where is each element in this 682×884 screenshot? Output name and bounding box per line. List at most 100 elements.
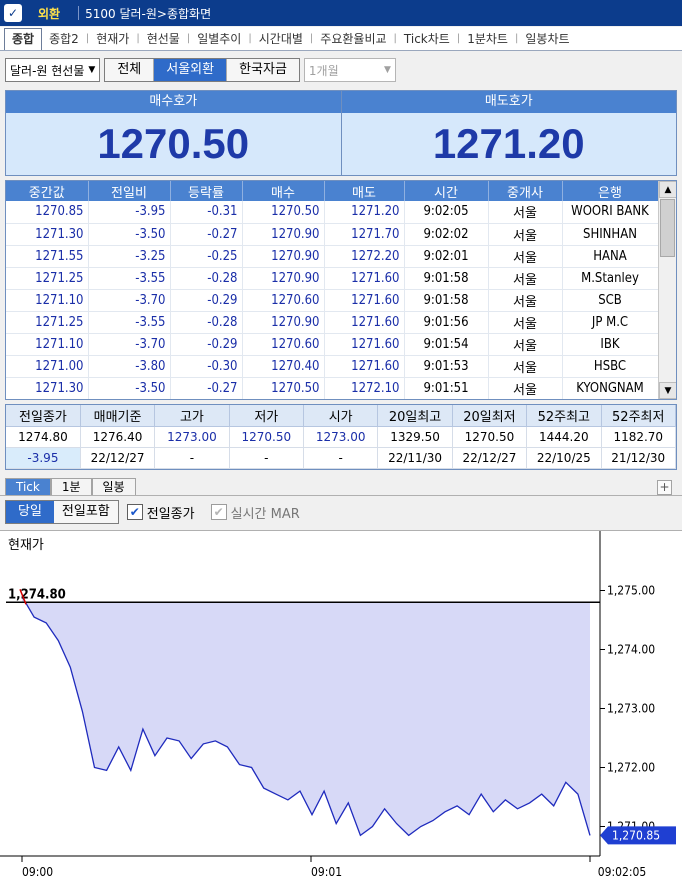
summary-value: 1270.50 — [452, 426, 528, 448]
segment-all[interactable]: 전체 — [105, 59, 155, 81]
cell-rate: -0.27 — [170, 223, 243, 246]
cell-broker: 서울 — [488, 333, 563, 356]
col-change[interactable]: 전일비 — [88, 181, 171, 201]
tick-table: 중간값 전일비 등락률 매수 매도 시간 중개사 은행 1270.85 -3.95… — [5, 180, 677, 400]
summary-dates-row: -3.95 22/12/27- - -22/11/30 22/12/27 22/10/25… — [6, 447, 676, 469]
summary-date: 22/12/27 — [452, 447, 528, 469]
checkmark-icon: ✔ — [126, 504, 143, 520]
cell-ask: 1271.20 — [324, 201, 405, 224]
cell-broker: 서울 — [488, 377, 563, 399]
col-bid[interactable]: 매수 — [242, 181, 325, 201]
period-value: 1개월 — [308, 63, 339, 78]
col-mid[interactable]: 중간값 — [6, 181, 89, 201]
table-row[interactable]: 1271.00 -3.80 -0.30 1270.40 1271.60 9:01:53 서울… — [6, 355, 659, 378]
summary-date: - — [154, 447, 230, 469]
table-row[interactable]: 1271.25 -3.55 -0.28 1270.90 1271.60 9:01:56 서울… — [6, 311, 659, 334]
cell-bank: M.Stanley — [562, 267, 659, 290]
table-row[interactable]: 1271.10 -3.70 -0.29 1270.60 1271.60 9:01:54 서울… — [6, 333, 659, 356]
ask-price: 1271.20 — [341, 113, 676, 175]
tick-header-row: 중간값 전일비 등락률 매수 매도 시간 중개사 은행 — [6, 181, 659, 201]
summary-header: 20일최저 — [452, 405, 528, 427]
cell-rate: -0.29 — [170, 333, 243, 356]
cell-mid: 1270.85 — [6, 201, 89, 224]
title-bar: ✓ 외환 5100 달러-원>종합화면 — [0, 0, 682, 26]
table-row[interactable]: 1271.10 -3.70 -0.29 1270.60 1271.60 9:01:58 서울… — [6, 289, 659, 312]
cell-ask: 1271.60 — [324, 355, 405, 378]
tab-overview[interactable]: 종합 — [4, 27, 43, 50]
tab-daily-trend[interactable]: 일별추이 — [190, 30, 248, 47]
segment-korea-money[interactable]: 한국자금 — [227, 59, 299, 81]
app-window: ✓ 외환 5100 달러-원>종합화면 종합 종합2 | 현재가 | 현선물 | 일별… — [0, 0, 682, 884]
cell-rate: -0.25 — [170, 245, 243, 268]
cell-bid: 1270.60 — [242, 333, 325, 356]
cell-mid: 1271.25 — [6, 311, 89, 334]
summary-date: 22/10/25 — [526, 447, 602, 469]
price-chart[interactable]: 현재가1,275.001,274.001,273.001,272.001,271… — [0, 530, 682, 884]
range-today[interactable]: 당일 — [6, 501, 54, 523]
instrument-select[interactable]: 달러-원 현선물 ▼ — [5, 58, 101, 82]
scroll-down-icon[interactable]: ▼ — [659, 382, 676, 399]
cell-bid: 1270.40 — [242, 355, 325, 378]
scroll-thumb[interactable] — [660, 199, 675, 257]
cell-change: -3.55 — [88, 311, 171, 334]
y-tick-label: 1,273.00 — [607, 702, 655, 716]
col-bank[interactable]: 은행 — [562, 181, 659, 201]
col-time[interactable]: 시간 — [404, 181, 489, 201]
prev-close-checkbox[interactable]: ✔ 전일종가 — [126, 503, 195, 522]
cell-broker: 서울 — [488, 245, 563, 268]
tab-overview2[interactable]: 종합2 — [42, 30, 86, 47]
cell-broker: 서울 — [488, 201, 563, 224]
table-row[interactable]: 1270.85 -3.95 -0.31 1270.50 1271.20 9:02:05 서울… — [6, 201, 659, 224]
cell-rate: -0.27 — [170, 377, 243, 399]
cell-time: 9:01:58 — [404, 289, 489, 312]
cell-rate: -0.29 — [170, 289, 243, 312]
tick-scrollbar[interactable]: ▲ ▼ — [658, 181, 676, 399]
period-select[interactable]: 1개월 ▼ — [303, 58, 396, 82]
col-ask[interactable]: 매도 — [324, 181, 405, 201]
chart-tab-tick[interactable]: Tick — [5, 478, 51, 496]
cell-time: 9:02:02 — [404, 223, 489, 246]
quote-panel: 매수호가 1270.50 매도호가 1271.20 — [5, 90, 677, 176]
cell-broker: 서울 — [488, 355, 563, 378]
chart-tab-1min[interactable]: 1분 — [50, 478, 92, 496]
x-tick-label: 09:02:05 — [598, 865, 646, 879]
cell-rate: -0.28 — [170, 311, 243, 334]
summary-date: 21/12/30 — [601, 447, 676, 469]
col-broker[interactable]: 중개사 — [488, 181, 563, 201]
scroll-up-icon[interactable]: ▲ — [659, 181, 676, 198]
mar-checkbox[interactable]: ✔ 실시간 MAR — [210, 503, 300, 522]
tab-daily-chart[interactable]: 일봉차트 — [518, 30, 576, 47]
chart-tab-daily[interactable]: 일봉 — [91, 478, 136, 496]
y-tick-label: 1,274.00 — [607, 643, 655, 657]
tab-current-price[interactable]: 현재가 — [89, 30, 136, 47]
tab-tick-chart[interactable]: Tick차트 — [397, 30, 457, 47]
cell-bid: 1270.50 — [242, 201, 325, 224]
table-row[interactable]: 1271.30 -3.50 -0.27 1270.50 1272.10 9:01:51 서울… — [6, 377, 659, 399]
cell-bid: 1270.90 — [242, 223, 325, 246]
tab-minute-chart[interactable]: 1분차트 — [460, 30, 515, 47]
range-include-prev[interactable]: 전일포함 — [53, 501, 118, 523]
summary-header-row: 전일종가 매매기준 고가 저가 시가 20일최고 20일최저 52주최고 52주최저 — [6, 405, 676, 427]
tab-time-slot[interactable]: 시간대별 — [252, 30, 310, 47]
table-row[interactable]: 1271.55 -3.25 -0.25 1270.90 1272.20 9:02:01 서울… — [6, 245, 659, 268]
summary-table: 전일종가 매매기준 고가 저가 시가 20일최고 20일최저 52주최고 52주최저 1274.… — [5, 404, 677, 470]
summary-value: 1182.70 — [601, 426, 676, 448]
summary-value: 1273.00 — [154, 426, 230, 448]
tab-spot-futures[interactable]: 현선물 — [140, 30, 187, 47]
summary-header: 전일종가 — [6, 405, 81, 427]
cell-time: 9:01:51 — [404, 377, 489, 399]
cell-change: -3.80 — [88, 355, 171, 378]
summary-values-row: 1274.80 1276.40 1273.00 1270.50 1273.00 1329.… — [6, 426, 676, 448]
cell-ask: 1272.10 — [324, 377, 405, 399]
ask-quote: 매도호가 1271.20 — [341, 91, 676, 175]
table-row[interactable]: 1271.30 -3.50 -0.27 1270.90 1271.70 9:02:02 서울… — [6, 223, 659, 246]
segment-seoul-fx[interactable]: 서울외환 — [154, 59, 228, 81]
col-rate[interactable]: 등락률 — [170, 181, 243, 201]
summary-header: 20일최고 — [377, 405, 453, 427]
tab-fx-compare[interactable]: 주요환율비교 — [313, 30, 393, 47]
summary-value: 1329.50 — [377, 426, 453, 448]
table-row[interactable]: 1271.25 -3.55 -0.28 1270.90 1271.60 9:01:58 서울… — [6, 267, 659, 290]
cell-bid: 1270.90 — [242, 311, 325, 334]
cell-change: -3.70 — [88, 289, 171, 312]
add-panel-icon[interactable]: + — [657, 480, 672, 495]
